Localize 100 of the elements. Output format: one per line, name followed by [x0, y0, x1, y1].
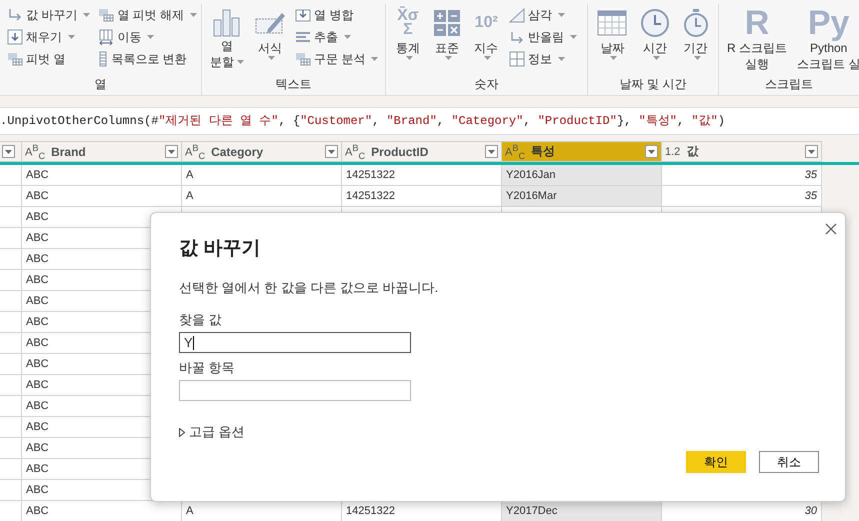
ribbon-button[interactable]: 시간 — [636, 4, 674, 70]
table-cell — [0, 438, 22, 459]
filter-button[interactable] — [2, 145, 15, 158]
close-icon[interactable] — [825, 223, 837, 235]
table-cell: 14251322 — [342, 165, 502, 186]
filter-button[interactable] — [645, 145, 658, 158]
table-cell — [0, 480, 22, 501]
table-cell: A — [182, 186, 342, 207]
table-cell — [0, 249, 22, 270]
column-header[interactable]: 1.2 값 — [662, 141, 822, 162]
input-field[interactable]: Y — [179, 332, 411, 353]
field-label: 찾을 값 — [179, 311, 222, 329]
calendar-icon — [597, 9, 628, 37]
table-cell — [0, 312, 22, 333]
text-lines-icon — [295, 29, 311, 45]
table-cell — [0, 291, 22, 312]
table-cell: 35 — [662, 186, 822, 207]
ribbon-button[interactable]: 기간 — [678, 4, 713, 70]
filter-button[interactable] — [165, 145, 178, 158]
triangle-icon — [508, 7, 525, 23]
filter-button[interactable] — [485, 145, 498, 158]
table-cell — [0, 354, 22, 375]
table-cell: 35 — [662, 165, 822, 186]
table-cell — [0, 375, 22, 396]
caret-icon — [488, 150, 495, 154]
table-cell: ABC — [22, 186, 182, 207]
column-header[interactable]: A$^{B}$$_{C}$ 특성 — [502, 141, 662, 162]
ribbon-button[interactable]: 10² 지수 — [470, 4, 503, 70]
group-label: 텍스트 — [276, 76, 312, 93]
table-cell — [0, 459, 22, 480]
ribbon-button[interactable]: 채우기 — [5, 26, 92, 48]
table-cell — [0, 228, 22, 249]
caret-icon — [648, 150, 655, 154]
column-header[interactable] — [0, 141, 22, 162]
table-cell — [0, 270, 22, 291]
table-cell: 30 — [662, 501, 822, 521]
clock-icon — [640, 8, 670, 38]
ribbon-button[interactable]: 이동 — [96, 26, 200, 48]
table-icon — [7, 51, 23, 67]
merge-icon — [295, 7, 311, 23]
ribbon-button[interactable]: 열 피벗 해제 — [96, 4, 200, 26]
filter-button[interactable] — [805, 145, 818, 158]
table-cell: Y2016Jan — [502, 165, 662, 186]
arrow-icon — [508, 29, 525, 45]
ribbon-button[interactable]: R R 스크립트 실행 — [724, 4, 790, 70]
ribbon-button[interactable]: 피벗 열 — [5, 48, 92, 70]
ribbon-button[interactable]: 서식 — [251, 4, 289, 70]
table-cell — [0, 186, 22, 207]
group-label: 스크립트 — [765, 76, 813, 93]
table-icon — [98, 7, 114, 23]
table-cell: 14251322 — [342, 501, 502, 521]
list-icon — [98, 51, 108, 67]
caret-icon — [168, 150, 175, 154]
column-header[interactable]: A$^{B}$$_{C}$ ProductID — [342, 141, 502, 162]
table-cell — [0, 501, 22, 521]
ribbon-button[interactable]: 날짜 — [593, 4, 632, 70]
expander[interactable]: 고급 옵션 — [179, 423, 245, 441]
ribbon-button[interactable]: 열 분할 — [207, 4, 247, 70]
table-cell: ABC — [22, 165, 182, 186]
ribbon-button[interactable]: 열 병합 — [293, 4, 380, 26]
table-cell: Y2017Dec — [502, 501, 662, 521]
table-icon — [295, 51, 311, 67]
caret-icon — [5, 150, 12, 154]
table-cell — [0, 333, 22, 354]
table-cell — [0, 396, 22, 417]
table-cell — [0, 207, 22, 228]
formula-bar[interactable]: .UnpivotOtherColumns(#"제거된 다른 열 수", {"Customer", "Brand", "Category", "ProductID"}, "특성", "값") — [0, 107, 859, 135]
field-label: 바꿀 항목 — [179, 359, 235, 377]
caret-icon — [808, 150, 815, 154]
table-cell: Y2016Mar — [502, 186, 662, 207]
group-label: 날짜 및 시간 — [620, 76, 686, 93]
stopwatch-icon — [682, 8, 709, 38]
input-field[interactable] — [179, 380, 411, 401]
ribbon-button[interactable]: 구문 분석 — [293, 48, 380, 70]
ribbon-button[interactable]: 목록으로 변환 — [96, 48, 200, 70]
table-cell: 14251322 — [342, 186, 502, 207]
table-cell: A — [182, 165, 342, 186]
dialog-button[interactable]: 확인 — [686, 451, 746, 473]
ribbon-button[interactable]: 삼각 — [506, 4, 582, 26]
ribbon-button[interactable]: Py Python 스크립트 실 — [794, 4, 859, 70]
ribbon-button[interactable]: 값 바꾸기 — [5, 4, 92, 26]
ribbon-button[interactable]: 추출 — [293, 26, 380, 48]
expander-label: 고급 옵션 — [189, 423, 245, 441]
ribbon-button[interactable]: 정보 — [506, 48, 582, 70]
table-cell — [0, 165, 22, 186]
ribbon-button[interactable]: X̄σ Σ 통계 — [391, 4, 424, 70]
column-header[interactable]: A$^{B}$$_{C}$ Category — [182, 141, 342, 162]
group-label: 숫자 — [474, 76, 499, 93]
move-icon — [98, 29, 114, 45]
arrow-icon — [7, 7, 23, 23]
table-cell: A — [182, 501, 342, 521]
dialog-description: 선택한 열에서 한 값을 다른 값으로 바꿉니다. — [179, 279, 438, 297]
ribbon-button[interactable]: 표준 — [428, 4, 466, 70]
ribbon-button[interactable]: 반올림 — [506, 26, 582, 48]
expand-triangle-icon — [179, 428, 185, 436]
dialog-title: 값 바꾸기 — [179, 237, 260, 261]
filter-button[interactable] — [325, 145, 338, 158]
column-header[interactable]: A$^{B}$$_{C}$ Brand — [22, 141, 182, 162]
fill-down-icon — [7, 29, 23, 45]
dialog-button[interactable]: 취소 — [759, 451, 819, 473]
